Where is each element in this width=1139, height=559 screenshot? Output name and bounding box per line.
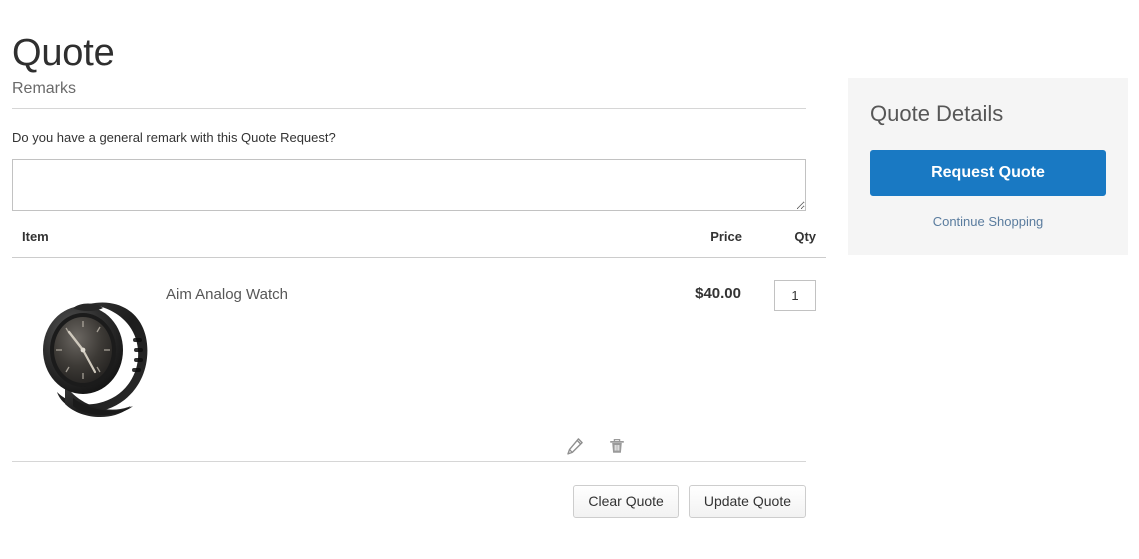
item-price: $40.00 — [695, 285, 741, 302]
update-quote-button[interactable]: Update Quote — [688, 485, 806, 518]
column-header-item: Item — [12, 229, 632, 258]
table-header-row: Item Price Qty — [12, 229, 826, 258]
table-bottom-divider — [12, 461, 806, 462]
request-quote-button[interactable]: Request Quote — [870, 150, 1106, 196]
column-header-qty: Qty — [742, 229, 826, 258]
quote-items-table: Item Price Qty Aim Analog Watch $40.00 1 — [12, 229, 826, 455]
item-qty-cell — [742, 258, 826, 452]
item-cell: Aim Analog Watch — [12, 258, 632, 455]
table-row: Aim Analog Watch $40.00 1 — [12, 258, 826, 455]
page-title: Quote — [12, 32, 115, 75]
row-actions — [564, 435, 628, 457]
remarks-textarea[interactable] — [12, 159, 806, 211]
qty-input[interactable] — [774, 280, 816, 311]
trash-icon[interactable] — [606, 435, 628, 457]
sidebar-title: Quote Details — [870, 101, 1004, 126]
quote-main-column: Remarks Do you have a general remark wit… — [12, 78, 826, 518]
remarks-legend: Remarks — [12, 78, 806, 109]
quote-action-buttons: Clear Quote Update Quote — [12, 485, 806, 518]
column-header-price: Price — [632, 229, 742, 258]
quote-details-sidebar: Quote Details Request Quote Continue Sho… — [848, 78, 1128, 255]
continue-shopping-link[interactable]: Continue Shopping — [870, 213, 1106, 231]
pencil-icon[interactable] — [564, 435, 586, 457]
remarks-question-label: Do you have a general remark with this Q… — [12, 130, 336, 145]
product-image[interactable] — [21, 280, 166, 430]
product-name[interactable]: Aim Analog Watch — [166, 280, 288, 305]
clear-quote-button[interactable]: Clear Quote — [573, 485, 679, 518]
